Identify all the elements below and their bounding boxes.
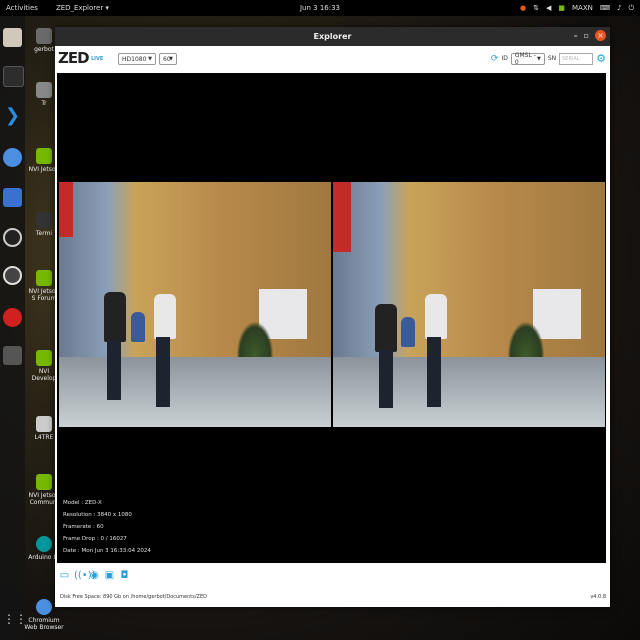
- nvidia-icon: [36, 270, 52, 286]
- language-icon[interactable]: ⌨: [600, 4, 610, 12]
- document-icon: [36, 416, 52, 432]
- zed-logo: ZED: [58, 49, 90, 67]
- sn-label: SN: [547, 55, 557, 62]
- nvidia-tray-icon[interactable]: ■: [558, 4, 565, 12]
- chevron-down-icon: ▼: [148, 56, 152, 62]
- snapshot-icon[interactable]: ◘: [119, 570, 130, 581]
- settings-icon[interactable]: ⚙: [596, 52, 606, 65]
- framerate-info: Framerate : 60: [63, 524, 104, 530]
- nvidia-icon: [36, 148, 52, 164]
- date-info: Date : Mon Jun 3 16:33:04 2024: [63, 548, 151, 554]
- right-camera-image: [333, 182, 605, 427]
- power-mode-label[interactable]: MAXN: [572, 4, 593, 12]
- terminal-icon: [36, 212, 52, 228]
- camera-id-select[interactable]: GMSL - 0 ▼: [510, 52, 545, 66]
- left-camera-image: [59, 182, 331, 427]
- frame-drop-info: Frame Drop : 0 / 16027: [63, 536, 127, 542]
- window-title: Explorer: [313, 32, 352, 41]
- chromium-icon[interactable]: [3, 148, 22, 167]
- refresh-icon[interactable]: ⟳: [491, 54, 499, 64]
- obs-icon[interactable]: [3, 228, 22, 247]
- id-label: ID: [501, 55, 508, 62]
- app-menu-label: ZED_Explorer: [55, 4, 104, 12]
- power-icon[interactable]: ⏻: [628, 4, 634, 13]
- desktop-item-label: Chromium Web Browser: [24, 617, 64, 631]
- desktop-item-label: Termi: [35, 230, 53, 237]
- show-apps-icon[interactable]: ⋮⋮: [3, 610, 27, 629]
- camera-view[interactable]: [57, 73, 606, 563]
- resolution-info: Resolution : 3840 x 1080: [63, 512, 132, 518]
- maximize-icon[interactable]: ▫: [584, 31, 589, 40]
- chevron-down-icon: ▼: [169, 56, 173, 62]
- chevron-down-icon: ▼: [536, 55, 541, 62]
- vscode-icon[interactable]: ❯: [3, 106, 22, 125]
- screenshot-icon[interactable]: [3, 188, 22, 207]
- close-icon[interactable]: ×: [595, 30, 606, 41]
- top-bar: Activities ZED_Explorer ▾ Jun 3 16:33 ● …: [0, 0, 640, 16]
- terminal-icon[interactable]: [3, 66, 24, 87]
- arduino-icon: [36, 536, 52, 552]
- dock: ❯ ⋮⋮: [0, 16, 27, 640]
- network-icon[interactable]: ⇅: [533, 4, 539, 12]
- model-info: Model : ZED-X: [63, 500, 102, 506]
- resolution-select-value: HD1080: [122, 55, 147, 63]
- trash-icon: [36, 82, 52, 98]
- folder-icon[interactable]: ▭: [59, 570, 70, 581]
- nvidia-icon: [36, 350, 52, 366]
- record-icon[interactable]: ▣: [104, 570, 115, 581]
- wifi-icon[interactable]: ●: [520, 4, 526, 12]
- app-window-icon[interactable]: [3, 346, 22, 365]
- help-icon[interactable]: [3, 308, 22, 327]
- clock[interactable]: Jun 3 16:33: [300, 4, 340, 12]
- app-menu[interactable]: ZED_Explorer ▾: [56, 4, 109, 12]
- system-tray: ● ⇅ ◀ ■ MAXN ⌨ ♪ ⏻: [520, 4, 634, 13]
- files-icon[interactable]: [3, 28, 22, 47]
- camera-info: Model : ZED-X Resolution : 3840 x 1080 F…: [63, 497, 151, 557]
- bottom-bar: ▭ ((•)) ◉ ▣ ◘ Disk Free Space: 890 Gb on…: [55, 565, 610, 607]
- live-label: LIVE: [91, 56, 104, 62]
- desktop-icons: gerbot Tr NVI Jetson Termi NVI Jetson S …: [24, 16, 64, 640]
- desktop-item-label: L4TRE: [34, 434, 54, 441]
- fps-select[interactable]: 60 ▼: [159, 53, 177, 65]
- title-bar[interactable]: Explorer – ▫ ×: [55, 27, 610, 46]
- activities-button[interactable]: Activities: [6, 4, 38, 12]
- toolbar: ZED LIVE HD1080 ▼ 60 ▼ ⟳ ID GMSL - 0 ▼ SN S…: [55, 46, 610, 73]
- version-label: v4.0.8: [590, 594, 606, 600]
- minimize-icon[interactable]: –: [574, 31, 578, 40]
- desktop-item-label: Tr: [41, 100, 47, 107]
- explorer-window: Explorer – ▫ × ZED LIVE HD1080 ▼ 60 ▼ ⟳ ID…: [55, 27, 610, 607]
- home-folder-icon: [36, 28, 52, 44]
- disk-status: Disk Free Space: 890 Gb on /home/gerbot/…: [60, 594, 207, 600]
- depth-icon[interactable]: ◉: [89, 570, 100, 581]
- nvidia-icon: [36, 474, 52, 490]
- sound-icon[interactable]: ◀: [546, 4, 551, 12]
- volume-icon[interactable]: ♪: [617, 4, 621, 12]
- desktop-item-label: gerbot: [34, 46, 54, 53]
- desktop-item-label: NVI Develop: [31, 368, 57, 382]
- stream-icon[interactable]: ((•)): [74, 570, 96, 581]
- serial-number-input[interactable]: SERIAL: [559, 52, 594, 65]
- resolution-select[interactable]: HD1080 ▼: [118, 53, 156, 65]
- chromium-icon: [36, 599, 52, 615]
- software-icon[interactable]: [3, 266, 22, 285]
